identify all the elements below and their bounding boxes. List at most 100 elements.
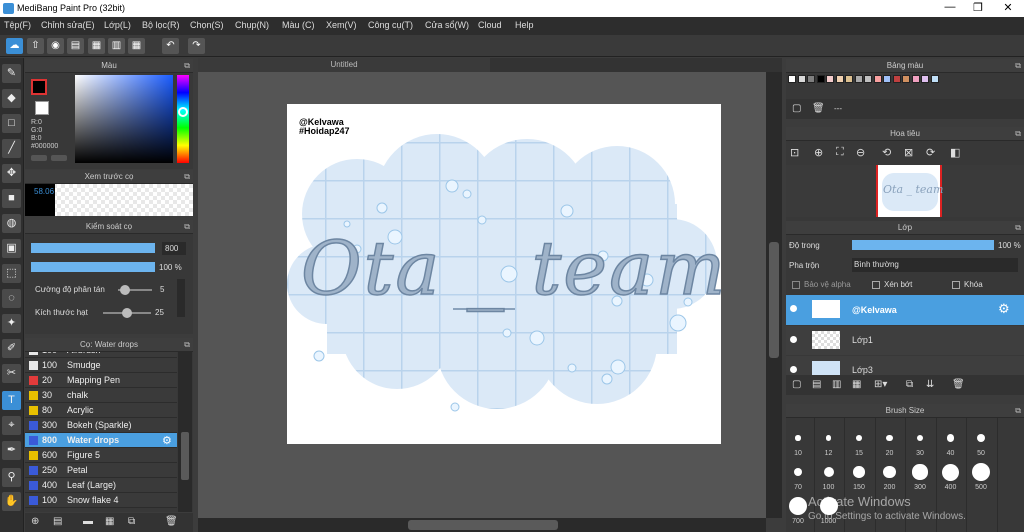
zoom-in-icon[interactable]: ⊕ [814,146,823,159]
move-tool-icon[interactable]: ✥ [2,164,21,183]
select-rect-tool-icon[interactable]: ⬚ [2,264,21,283]
bucket-tool-icon[interactable]: ◍ [2,214,21,233]
palette-swatch[interactable] [807,75,815,83]
background-color-swatch[interactable] [35,101,49,115]
palette-swatch[interactable] [902,75,910,83]
delete-brush-icon[interactable]: 🗑 [165,516,178,527]
panel-detach-icon[interactable]: ⧉ [184,338,190,352]
menu-layer[interactable]: Lớp(L) [104,20,131,30]
foreground-color-swatch[interactable] [31,79,47,95]
brush-size-preset[interactable] [795,435,801,441]
palette-swatch[interactable] [921,75,929,83]
layer-opacity-bar[interactable] [852,240,994,250]
maximize-button[interactable]: ❐ [964,1,992,16]
brush-settings-icon[interactable]: ⚙ [162,434,172,447]
hand-tool-icon[interactable]: ✋ [2,492,21,511]
layer-row[interactable]: Lớp3 [786,356,1024,375]
palette-swatch[interactable] [854,75,863,83]
clipping-checkbox[interactable] [872,281,880,289]
palette-swatch[interactable] [911,75,920,83]
brush-list-scrollbar[interactable] [178,352,192,512]
add-brush-icon[interactable]: ⊕ [31,516,39,527]
menu-help[interactable]: Help [515,20,534,30]
brush-size-preset[interactable] [883,465,896,479]
menu-capture[interactable]: Chụp(N) [235,20,269,30]
rotate-left-icon[interactable]: ⟲ [882,146,891,159]
tiles-icon[interactable]: ▦ [128,38,145,54]
menu-color[interactable]: Màu (C) [282,20,315,30]
cloud-icon[interactable]: ☁ [6,38,23,54]
brush-list-scroll-thumb[interactable] [181,432,189,480]
line-tool-icon[interactable]: ╱ [2,139,21,158]
eye-icon[interactable] [790,305,797,312]
divide-tool-icon[interactable]: ⌖ [2,416,21,435]
new-folder-layer-icon[interactable]: ▦ [852,379,861,390]
eyedropper-tool-icon[interactable]: ⚲ [2,468,21,487]
close-button[interactable]: ✕ [994,1,1022,16]
scatter-slider-thumb[interactable] [119,285,130,295]
brush-list-item[interactable]: 80 Acrylic [25,403,177,418]
panel-detach-icon[interactable]: ⧉ [184,170,190,184]
layer-settings-icon[interactable]: ⚙ [998,301,1010,317]
brush-size-bar[interactable] [31,243,155,253]
navigator-thumbnail[interactable]: Ota _ team [876,165,943,217]
menu-view[interactable]: Xem(V) [326,20,357,30]
hue-slider[interactable] [177,75,189,163]
brush-control-scrollbar[interactable] [177,279,185,317]
folder-icon[interactable]: ▬ [83,516,93,527]
rotate-right-icon[interactable]: ⟳ [926,146,935,159]
flip-view-icon[interactable]: ◧ [950,146,960,159]
brush-tool-icon[interactable]: ✎ [2,64,21,83]
panel-detach-icon[interactable]: ⧉ [1015,221,1021,235]
text-tool-icon[interactable]: T [2,391,21,410]
alpha-lock-checkbox[interactable] [792,281,800,289]
canvas-tab[interactable]: Untitled [198,58,490,72]
color-mode-button[interactable] [31,155,47,161]
rectangle-tool-icon[interactable]: □ [2,114,21,133]
palette-swatch[interactable] [864,75,872,83]
brush-list-item[interactable]: 250 Petal [25,463,177,478]
new-halftone-layer-icon[interactable]: ▤ [812,379,821,390]
duplicate-layer-icon[interactable]: ⧉ [906,379,913,390]
grain-slider-thumb[interactable] [122,308,132,318]
brush-list-item[interactable]: 100 Smudge [25,358,177,373]
brush-size-preset[interactable] [916,434,924,442]
comment-icon[interactable]: ◉ [47,38,64,54]
menu-select[interactable]: Chọn(S) [190,20,224,30]
eraser-tool-icon[interactable]: ◆ [2,89,21,108]
document-canvas[interactable]: @Kelvawa #Hoidap247 Ota _ team [287,104,726,444]
brush-list-item[interactable]: 100 Snow flake 4 [25,493,177,508]
canvas-horizontal-thumb[interactable] [408,520,558,530]
upload-icon[interactable]: ⇧ [27,38,44,54]
brush-size-preset[interactable] [823,467,834,477]
palette-swatch[interactable] [930,75,939,83]
saturation-value-picker[interactable] [75,75,173,163]
zoom-out-icon[interactable]: ⊖ [856,146,865,159]
reset-view-icon[interactable]: ⊠ [904,146,913,159]
layer-row[interactable]: @Kelvawa ⚙ [786,295,1024,325]
merge-layer-icon[interactable]: ⇊ [926,379,934,390]
brush-list-item[interactable]: 30 chalk [25,388,177,403]
menu-filter[interactable]: Bộ lọc(R) [142,20,180,30]
lock-checkbox[interactable] [952,281,960,289]
minimize-button[interactable]: — [936,1,964,16]
menu-window[interactable]: Cửa sổ(W) [425,20,469,30]
gradient-tool-icon[interactable]: ▣ [2,239,21,258]
palette-swatch[interactable] [826,75,834,83]
delete-palette-icon[interactable]: 🗑 [812,103,825,114]
panel-detach-icon[interactable]: ⧉ [184,59,190,73]
new-palette-icon[interactable]: ▢ [792,103,801,114]
panel-detach-icon[interactable]: ⧉ [184,220,190,234]
panel-detach-icon[interactable]: ⧉ [1015,404,1021,418]
lasso-tool-icon[interactable]: ◌ [2,289,21,308]
brush-size-preset[interactable] [946,434,955,442]
new-1bit-layer-icon[interactable]: ▥ [832,379,841,390]
page-icon[interactable]: ▦ [88,38,105,54]
canvas-vertical-scrollbar[interactable] [766,72,782,518]
palette-swatch[interactable] [816,75,825,83]
brush-size-preset[interactable] [789,497,807,515]
blend-mode-select[interactable]: Bình thường [852,258,1018,272]
pen-tool-icon[interactable]: ✒ [2,441,21,460]
brush-list-item[interactable]: 400 Leaf (Large) [25,478,177,493]
eye-icon[interactable] [790,336,797,343]
